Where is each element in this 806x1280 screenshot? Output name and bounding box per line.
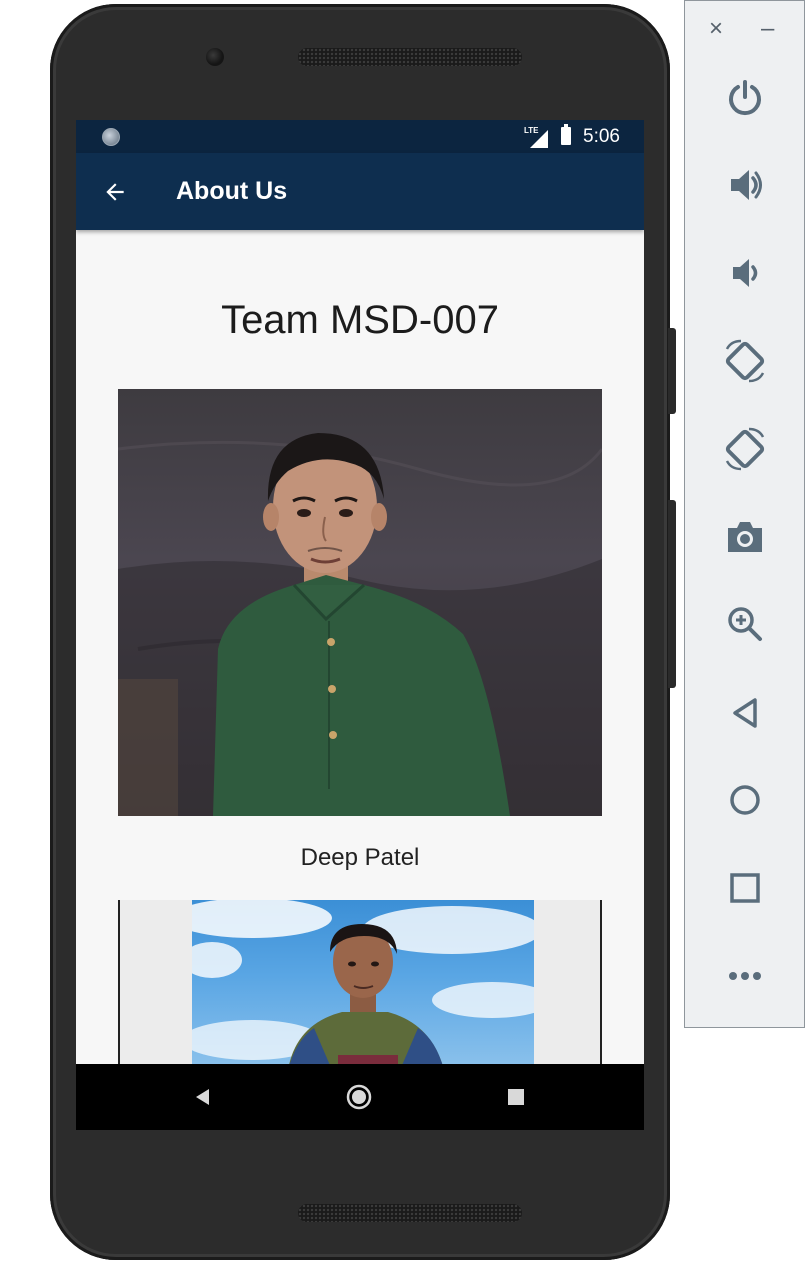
rotate-right-button[interactable] <box>717 421 773 477</box>
member-photo-illustration <box>118 433 602 816</box>
bottom-speaker <box>298 1204 522 1222</box>
member-card <box>118 900 602 1070</box>
emulator-overview-button[interactable] <box>717 860 773 916</box>
phone-side-button-volume <box>668 500 676 688</box>
member-name: Deep Patel <box>300 844 420 871</box>
signal-icon <box>530 130 548 148</box>
emulator-home-button[interactable] <box>717 772 773 828</box>
nav-recents-icon <box>508 1089 524 1105</box>
rotate-left-button[interactable] <box>717 333 773 389</box>
screenshot-button[interactable] <box>717 508 773 564</box>
back-button[interactable] <box>96 173 134 211</box>
phone-screen: LTE 5:06 About Us Team MSD-007 Deep Pate… <box>76 120 644 1130</box>
app-bar: About Us <box>76 153 644 230</box>
team-title: Team MSD-007 <box>221 298 499 342</box>
rotate-right-icon <box>725 427 765 471</box>
notification-icon <box>102 128 120 146</box>
status-time: 5:06 <box>583 126 620 147</box>
nav-back-icon <box>196 1089 209 1105</box>
phone-side-button-power <box>668 328 676 414</box>
zoom-button[interactable] <box>717 596 773 652</box>
overview-icon <box>730 873 760 903</box>
status-bar: LTE 5:06 <box>76 120 644 153</box>
zoom-icon <box>728 607 762 641</box>
power-button[interactable] <box>717 69 773 125</box>
top-speaker <box>298 48 522 66</box>
emulator-back-button[interactable] <box>717 685 773 741</box>
power-icon <box>729 80 761 116</box>
volume-up-icon <box>731 170 762 200</box>
arrow-back-icon <box>106 183 124 201</box>
rotate-left-icon <box>725 339 765 383</box>
battery-icon <box>561 124 571 145</box>
home-icon <box>730 785 760 815</box>
about-content[interactable]: Team MSD-007 Deep Patel <box>76 230 644 1070</box>
more-icon <box>729 972 761 980</box>
close-button[interactable]: × <box>709 17 723 41</box>
camera-icon <box>728 522 762 552</box>
system-nav-bar <box>76 1064 644 1130</box>
volume-down-button[interactable] <box>717 245 773 301</box>
member-photo <box>118 389 602 816</box>
nav-back-button[interactable] <box>188 1082 218 1112</box>
emulator-window: LTE 5:06 About Us Team MSD-007 Deep Pate… <box>0 0 806 1280</box>
front-camera <box>206 48 224 66</box>
more-options-button[interactable] <box>717 948 773 1004</box>
back-icon <box>733 698 757 728</box>
volume-up-button[interactable] <box>717 157 773 213</box>
page-title: About Us <box>176 177 288 205</box>
minimize-button[interactable]: – <box>761 17 774 41</box>
nav-recents-button[interactable] <box>501 1082 531 1112</box>
emulator-toolbar: × – <box>684 0 805 1028</box>
member-photo-illustration <box>192 900 534 1070</box>
nav-home-button[interactable] <box>344 1082 374 1112</box>
volume-down-icon <box>733 259 758 287</box>
member-photo <box>192 900 534 1070</box>
nav-home-icon <box>346 1084 372 1110</box>
